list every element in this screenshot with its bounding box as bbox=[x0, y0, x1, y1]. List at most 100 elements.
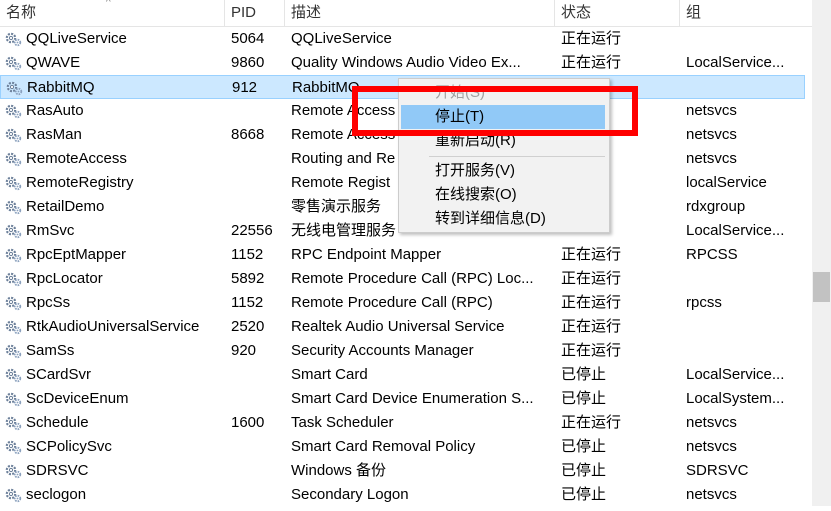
service-pid bbox=[231, 387, 283, 411]
service-status: 正在运行 bbox=[561, 270, 622, 287]
service-name: RpcSs bbox=[26, 294, 71, 311]
service-pid: 5892 bbox=[231, 270, 265, 287]
service-gear-icon bbox=[5, 463, 22, 479]
service-description: Security Accounts Manager bbox=[291, 342, 474, 359]
service-name: RasAuto bbox=[26, 102, 84, 119]
service-group bbox=[686, 267, 802, 291]
service-name: RetailDemo bbox=[26, 198, 105, 215]
service-gear-icon bbox=[5, 127, 22, 143]
service-gear-icon bbox=[5, 415, 22, 431]
service-group: RPCSS bbox=[686, 246, 738, 263]
service-group: netsvcs bbox=[686, 150, 737, 167]
service-gear-icon bbox=[6, 80, 23, 96]
service-pid bbox=[231, 171, 283, 195]
service-pid: 2520 bbox=[231, 318, 265, 335]
service-status: 正在运行 bbox=[561, 414, 622, 431]
column-header-desc[interactable]: 描述 bbox=[285, 0, 555, 26]
service-group: rpcss bbox=[686, 294, 722, 311]
service-gear-icon bbox=[5, 103, 22, 119]
service-pid: 1152 bbox=[231, 294, 264, 311]
service-gear-icon bbox=[5, 295, 22, 311]
service-name: RtkAudioUniversalService bbox=[26, 318, 200, 335]
service-pid: 912 bbox=[232, 79, 258, 96]
service-pid bbox=[231, 363, 283, 387]
table-row[interactable]: ScDeviceEnum Smart Card Device Enumeratio… bbox=[0, 387, 805, 411]
service-description: Smart Card Device Enumeration S... bbox=[291, 390, 534, 407]
service-status: 已停止 bbox=[561, 390, 607, 407]
service-group bbox=[687, 76, 803, 100]
service-group: netsvcs bbox=[686, 102, 737, 119]
service-description: Remote Procedure Call (RPC) bbox=[291, 294, 493, 311]
column-header-status[interactable]: 状态 bbox=[555, 0, 680, 26]
column-header: 名称 ^ PID 描述 状态 组 bbox=[0, 0, 812, 27]
service-description: Smart Card bbox=[291, 366, 368, 383]
service-description: Task Scheduler bbox=[291, 414, 394, 431]
highlight-annotation-box bbox=[352, 86, 638, 136]
vertical-scrollbar[interactable] bbox=[812, 0, 831, 506]
service-gear-icon bbox=[5, 247, 22, 263]
service-name: QWAVE bbox=[26, 54, 81, 71]
service-gear-icon bbox=[5, 223, 22, 239]
service-description: Remote Procedure Call (RPC) Loc... bbox=[291, 270, 534, 287]
menu-item-go-to-details[interactable]: 转到详细信息(D) bbox=[401, 207, 605, 231]
menu-item-open-services[interactable]: 打开服务(V) bbox=[401, 159, 605, 183]
service-group: netsvcs bbox=[686, 126, 737, 143]
service-pid: 8668 bbox=[231, 126, 265, 143]
service-gear-icon bbox=[5, 271, 22, 287]
table-row[interactable]: SDRSVC Windows 备份 已停止 SDRSVC bbox=[0, 459, 805, 483]
service-name: RmSvc bbox=[26, 222, 75, 239]
column-header-group[interactable]: 组 bbox=[680, 0, 812, 26]
table-row[interactable]: QWAVE 9860 Quality Windows Audio Video Ex.… bbox=[0, 51, 805, 75]
service-gear-icon bbox=[5, 319, 22, 335]
service-status: 正在运行 bbox=[561, 30, 622, 47]
service-status: 正在运行 bbox=[561, 246, 622, 263]
table-row[interactable]: SCPolicySvc Smart Card Removal Policy 已停止 n… bbox=[0, 435, 805, 459]
table-row[interactable]: seclogon Secondary Logon 已停止 netsvcs bbox=[0, 483, 805, 507]
service-name: QQLiveService bbox=[26, 30, 127, 47]
service-pid bbox=[231, 195, 283, 219]
column-pid-label: PID bbox=[231, 4, 257, 21]
service-name: RpcLocator bbox=[26, 270, 103, 287]
service-pid: 9860 bbox=[231, 54, 265, 71]
service-pid bbox=[231, 147, 283, 171]
table-row[interactable]: SCardSvr Smart Card 已停止 LocalService... bbox=[0, 363, 805, 387]
service-gear-icon bbox=[5, 55, 22, 71]
service-group bbox=[686, 315, 802, 339]
service-name: SDRSVC bbox=[26, 462, 89, 479]
service-status: 正在运行 bbox=[561, 54, 622, 71]
service-name: Schedule bbox=[26, 414, 89, 431]
table-row[interactable]: RpcSs 1152 Remote Procedure Call (RPC) 正在运行… bbox=[0, 291, 805, 315]
service-pid: 920 bbox=[231, 342, 257, 359]
sort-ascending-icon: ^ bbox=[106, 0, 111, 8]
menu-separator bbox=[429, 156, 605, 157]
scrollbar-thumb[interactable] bbox=[813, 272, 830, 302]
service-gear-icon bbox=[5, 391, 22, 407]
column-desc-label: 描述 bbox=[291, 4, 322, 21]
menu-item-search-online[interactable]: 在线搜索(O) bbox=[401, 183, 605, 207]
service-group: localService bbox=[686, 174, 767, 191]
service-name: RasMan bbox=[26, 126, 82, 143]
service-gear-icon bbox=[5, 343, 22, 359]
table-row[interactable]: QQLiveService 5064 QQLiveService 正在运行 bbox=[0, 27, 805, 51]
service-status: 正在运行 bbox=[561, 342, 622, 359]
table-row[interactable]: Schedule 1600 Task Scheduler 正在运行 netsvcs bbox=[0, 411, 805, 435]
service-name: RpcEptMapper bbox=[26, 246, 127, 263]
table-row[interactable]: SamSs 920 Security Accounts Manager 正在运行 bbox=[0, 339, 805, 363]
column-header-name[interactable]: 名称 ^ bbox=[0, 0, 225, 26]
table-row[interactable]: RtkAudioUniversalService 2520 Realtek Audi… bbox=[0, 315, 805, 339]
table-row[interactable]: RpcLocator 5892 Remote Procedure Call (RPC… bbox=[0, 267, 805, 291]
service-gear-icon bbox=[5, 199, 22, 215]
service-name: RemoteAccess bbox=[26, 150, 127, 167]
service-name: seclogon bbox=[26, 486, 87, 503]
service-pid: 1152 bbox=[231, 246, 264, 263]
service-gear-icon bbox=[5, 151, 22, 167]
service-group: LocalService... bbox=[686, 222, 785, 239]
service-pid: 1600 bbox=[231, 414, 265, 431]
service-description: RPC Endpoint Mapper bbox=[291, 246, 442, 263]
service-gear-icon bbox=[5, 175, 22, 191]
table-row[interactable]: RpcEptMapper 1152 RPC Endpoint Mapper 正在运行 R… bbox=[0, 243, 805, 267]
service-group: netsvcs bbox=[686, 486, 737, 503]
service-status: 已停止 bbox=[561, 486, 607, 503]
column-header-pid[interactable]: PID bbox=[225, 0, 285, 26]
column-status-label: 状态 bbox=[561, 4, 592, 21]
